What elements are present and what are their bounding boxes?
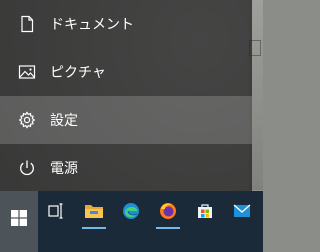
- edge-button[interactable]: [113, 191, 149, 231]
- task-view-button[interactable]: [38, 191, 74, 231]
- firefox-button[interactable]: [150, 191, 186, 231]
- document-icon: [18, 15, 36, 33]
- store-icon: [198, 204, 212, 218]
- file-explorer-button[interactable]: [76, 191, 112, 231]
- firefox-icon: [160, 203, 176, 219]
- picture-icon: [18, 63, 36, 81]
- start-windows-icon: [11, 210, 27, 226]
- start-menu-item-documents[interactable]: ドキュメント: [0, 0, 252, 48]
- gear-icon: [18, 111, 36, 129]
- start-menu-item-pictures[interactable]: ピクチャ: [0, 48, 252, 96]
- power-icon: [18, 159, 36, 177]
- store-button[interactable]: [187, 191, 223, 231]
- start-button[interactable]: [0, 191, 38, 252]
- mail-icon: [233, 204, 251, 217]
- taskbar: [0, 191, 263, 252]
- start-menu-item-label: ドキュメント: [50, 17, 134, 33]
- start-menu-item-power[interactable]: 電源: [0, 144, 252, 192]
- start-menu-item-label: ピクチャ: [50, 65, 106, 81]
- active-app-indicator: [156, 227, 180, 229]
- edge-icon: [123, 203, 139, 219]
- mail-button[interactable]: [224, 191, 260, 231]
- start-menu: ドキュメント ピクチャ 設定 電源: [0, 0, 252, 191]
- file-explorer-icon: [85, 205, 103, 218]
- start-menu-item-settings[interactable]: 設定: [0, 96, 252, 144]
- task-view-icon: [48, 203, 63, 219]
- active-app-indicator: [82, 227, 106, 229]
- start-menu-item-label: 設定: [50, 113, 78, 129]
- start-menu-item-label: 電源: [50, 161, 78, 177]
